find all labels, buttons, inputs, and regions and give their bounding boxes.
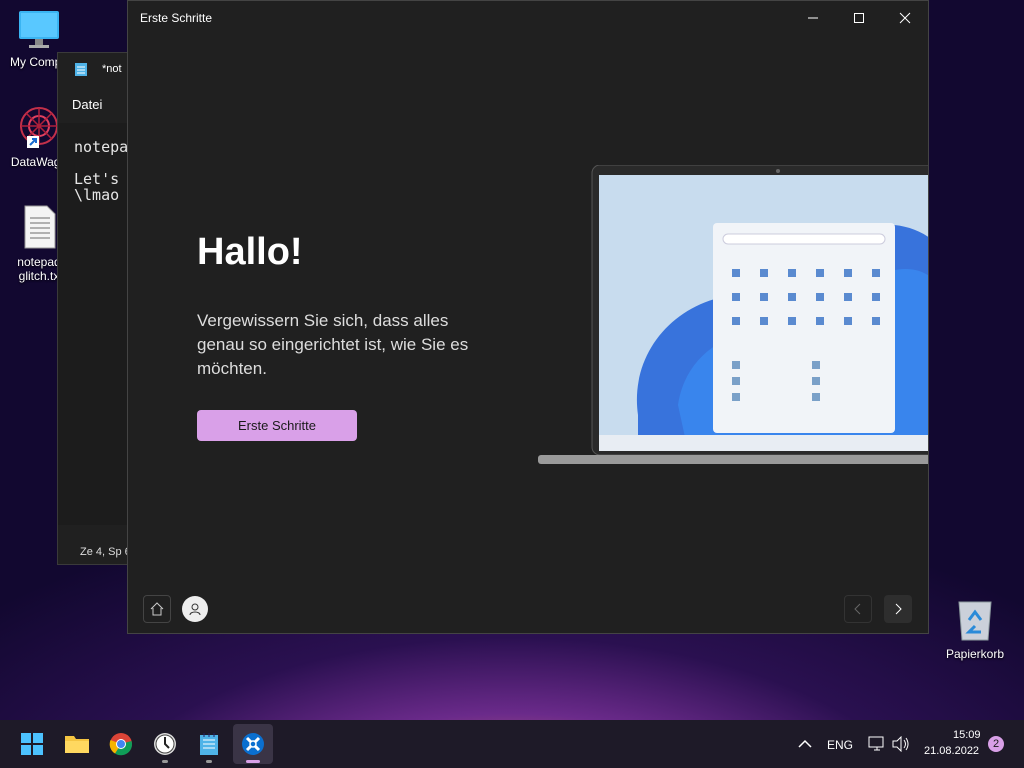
profile-button[interactable]	[182, 596, 208, 622]
volume-button[interactable]	[892, 735, 910, 757]
minimize-button[interactable]	[790, 1, 836, 35]
chrome-icon	[109, 733, 133, 756]
folder-icon	[65, 736, 89, 753]
user-icon	[189, 603, 201, 616]
chevron-up-icon	[798, 739, 812, 748]
home-button[interactable]	[143, 595, 171, 623]
laptop-illustration	[538, 165, 928, 464]
language-indicator[interactable]: ENG	[827, 738, 853, 752]
chevron-left-icon	[854, 603, 861, 615]
volume-icon	[892, 735, 909, 753]
taskbar: ENG 15:09 21.08.2022 2	[0, 720, 1024, 768]
start-button[interactable]	[12, 724, 52, 764]
recycle-bin-icon	[958, 601, 992, 641]
notepad-window[interactable]: *not Datei notepa Let's \lmao Ze 4, Sp 6	[57, 52, 129, 565]
clock-time[interactable]: 15:09	[953, 729, 981, 741]
notepad-icon	[200, 733, 218, 755]
page-title: Hallo!	[197, 231, 303, 273]
chrome-button[interactable]	[101, 724, 141, 764]
file-explorer-button[interactable]	[57, 724, 97, 764]
minimize-icon	[808, 17, 818, 19]
get-started-button[interactable]: Erste Schritte	[197, 410, 357, 441]
notepad-editor[interactable]: notepa Let's \lmao	[58, 123, 128, 525]
menu-datei[interactable]: Datei	[72, 97, 102, 112]
windows-icon	[21, 733, 43, 755]
get-started-taskbar-button[interactable]	[233, 724, 273, 764]
window-title: Erste Schritte	[140, 11, 213, 25]
get-started-icon	[242, 733, 264, 755]
desktop-icon-label: Papierkorb	[945, 647, 1005, 661]
get-started-window[interactable]: Erste Schritte Hallo! Vergewissern Sie s…	[127, 0, 929, 634]
running-indicator	[206, 760, 212, 763]
monitor-icon	[19, 11, 59, 48]
notepad-status: Ze 4, Sp 6	[80, 546, 129, 558]
desktop-icon-recycle-bin[interactable]: Papierkorb	[938, 596, 1012, 661]
chevron-right-icon	[895, 603, 902, 615]
text-file-icon	[24, 205, 56, 249]
home-icon	[150, 602, 164, 616]
running-indicator	[162, 760, 168, 763]
next-button[interactable]	[884, 595, 912, 623]
clock-icon	[154, 733, 176, 755]
network-icon	[868, 736, 884, 751]
notepad-title: *not	[102, 63, 122, 75]
maximize-icon	[854, 13, 864, 23]
page-description: Vergewissern Sie sich, dass alles genau …	[197, 311, 469, 378]
clock-app-button[interactable]	[145, 724, 185, 764]
maximize-button[interactable]	[836, 1, 882, 35]
show-hidden-icons-button[interactable]	[798, 737, 812, 755]
clock-date[interactable]: 21.08.2022	[924, 745, 979, 757]
datawago-icon	[20, 107, 58, 148]
notepad-icon	[75, 63, 87, 76]
network-button[interactable]	[868, 736, 886, 757]
notification-badge[interactable]: 2	[988, 736, 1004, 752]
close-button[interactable]	[882, 1, 928, 35]
notepad-titlebar[interactable]: *not	[58, 53, 128, 85]
close-icon	[899, 12, 911, 24]
back-button[interactable]	[844, 595, 872, 623]
active-indicator	[246, 760, 260, 763]
notepad-taskbar-button[interactable]	[189, 724, 229, 764]
